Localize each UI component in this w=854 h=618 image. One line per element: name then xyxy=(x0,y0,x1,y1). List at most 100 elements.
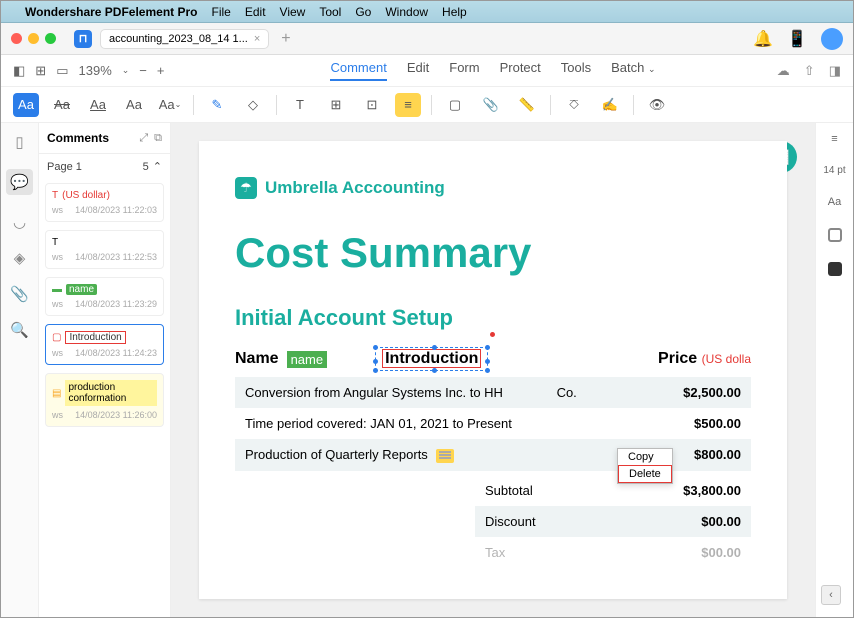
total-label: Subtotal xyxy=(485,483,601,498)
divider xyxy=(550,95,551,115)
menu-view[interactable]: View xyxy=(280,5,306,19)
comments-icon[interactable]: 💬 xyxy=(6,169,33,195)
highlight-tool[interactable]: Aa xyxy=(13,93,39,117)
section-heading: Initial Account Setup xyxy=(235,305,751,331)
comment-item-selected[interactable]: ▢Introduction ws14/08/2023 11:24:23 xyxy=(45,324,164,365)
panel-icon[interactable]: ◨ xyxy=(829,63,841,79)
textbox-tool[interactable]: ⊞ xyxy=(323,93,349,117)
add-tab-button[interactable]: + xyxy=(281,30,290,48)
zoom-in-button[interactable]: + xyxy=(157,63,165,78)
tab-form[interactable]: Form xyxy=(449,60,479,81)
border-outline-icon[interactable] xyxy=(828,228,842,242)
document-canvas[interactable]: 📊 ☂ Umbrella Acccounting Cost Summary In… xyxy=(171,123,815,617)
thumbnail-icon[interactable]: ▯ xyxy=(15,133,23,151)
grid-view-icon[interactable]: ⊞ xyxy=(35,63,46,79)
app-icon: ⊓ xyxy=(74,30,92,48)
total-label: Discount xyxy=(485,514,601,529)
attachment-tool[interactable]: 📎 xyxy=(478,93,504,117)
scroll-button[interactable]: ‹ xyxy=(821,585,841,605)
text-tool[interactable]: T xyxy=(287,93,313,117)
box-annotation-icon: ▢ xyxy=(52,332,61,343)
comment-count: 5 xyxy=(143,161,149,173)
attachment-panel-icon[interactable]: 📎 xyxy=(10,285,29,303)
document-tab[interactable]: accounting_2023_08_14 1... × xyxy=(100,29,269,49)
comment-item[interactable]: T ws14/08/2023 11:22:53 xyxy=(45,230,164,269)
tab-tools[interactable]: Tools xyxy=(561,60,591,81)
highlight-annotation-icon: ▬ xyxy=(52,284,62,295)
phone-icon[interactable]: 📱 xyxy=(787,29,807,49)
row-value: $500.00 xyxy=(601,416,741,431)
eraser-tool[interactable]: ◇ xyxy=(240,93,266,117)
annotation-text: Introduction xyxy=(382,349,481,368)
zoom-level[interactable]: 139% xyxy=(79,63,112,78)
sticky-note-annotation[interactable] xyxy=(436,449,454,463)
company-name: Umbrella Acccounting xyxy=(265,178,445,198)
comment-time: 14/08/2023 11:24:23 xyxy=(75,348,157,358)
table-row: Time period covered: JAN 01, 2021 to Pre… xyxy=(235,408,751,439)
signature-tool[interactable]: ✍ xyxy=(597,93,623,117)
comment-label: production conformation xyxy=(65,380,157,406)
table-header: Name name Introduction Price (US dolla xyxy=(235,347,751,371)
tab-protect[interactable]: Protect xyxy=(500,60,541,81)
app-name[interactable]: Wondershare PDFelement Pro xyxy=(25,5,198,19)
page-view-icon[interactable]: ▭ xyxy=(56,63,68,79)
window-controls xyxy=(11,33,56,44)
measure-tool[interactable]: 📏 xyxy=(514,93,540,117)
comments-page-header[interactable]: Page 1 5⌃ xyxy=(39,154,170,179)
menu-tool[interactable]: Tool xyxy=(319,5,341,19)
tab-batch[interactable]: Batch ⌄ xyxy=(611,60,655,81)
maximize-window-button[interactable] xyxy=(45,33,56,44)
pencil-tool[interactable]: ✎ xyxy=(204,93,230,117)
expand-icon[interactable]: ⤢ xyxy=(139,132,148,145)
tab-close-icon[interactable]: × xyxy=(254,33,260,45)
search-icon[interactable]: 🔍 xyxy=(10,321,29,339)
collapse-icon[interactable]: ⌃ xyxy=(153,160,162,173)
strikethrough-tool[interactable]: Aa xyxy=(49,93,75,117)
zoom-dropdown-icon[interactable]: ⌄ xyxy=(122,65,130,76)
menu-help[interactable]: Help xyxy=(442,5,467,19)
zoom-out-button[interactable]: − xyxy=(139,63,147,78)
table-row: Production of Quarterly Reports $800.00 xyxy=(235,439,751,471)
bookmark-icon[interactable]: ◡ xyxy=(13,213,26,231)
comment-item[interactable]: ▬name ws14/08/2023 11:23:29 xyxy=(45,277,164,316)
caret-tool[interactable]: Aa⌄ xyxy=(157,93,183,117)
menu-window[interactable]: Window xyxy=(385,5,428,19)
sticky-note-tool[interactable]: ≡ xyxy=(395,93,421,117)
tab-title: accounting_2023_08_14 1... xyxy=(109,33,248,45)
popout-icon[interactable]: ⧉ xyxy=(154,132,162,145)
share-icon[interactable]: ⇧ xyxy=(804,63,815,79)
tab-comment[interactable]: Comment xyxy=(330,60,386,81)
total-value: $3,800.00 xyxy=(601,483,741,498)
squiggly-tool[interactable]: Aa xyxy=(121,93,147,117)
sidebar-toggle-icon[interactable]: ◧ xyxy=(13,63,25,79)
highlight-annotation[interactable]: name xyxy=(287,351,328,368)
context-delete[interactable]: Delete xyxy=(618,465,672,483)
close-window-button[interactable] xyxy=(11,33,22,44)
menu-edit[interactable]: Edit xyxy=(245,5,266,19)
comment-label: Introduction xyxy=(65,331,125,344)
selected-annotation-box[interactable]: Introduction xyxy=(375,347,488,371)
comment-item[interactable]: T(US dollar) ws14/08/2023 11:22:03 xyxy=(45,183,164,222)
minimize-window-button[interactable] xyxy=(28,33,39,44)
menu-file[interactable]: File xyxy=(212,5,231,19)
user-avatar[interactable] xyxy=(821,28,843,50)
menu-go[interactable]: Go xyxy=(355,5,371,19)
underline-tool[interactable]: Aa xyxy=(85,93,111,117)
hide-comments-tool[interactable]: 👁 xyxy=(644,93,670,117)
total-value: $00.00 xyxy=(601,545,741,560)
font-icon[interactable]: Aa xyxy=(828,196,841,208)
layers-icon[interactable]: ◈ xyxy=(14,249,26,267)
stamp-tool[interactable]: ⎏ xyxy=(561,93,587,117)
comment-item[interactable]: ▤production conformation ws14/08/2023 11… xyxy=(45,373,164,427)
comments-header: Comments ⤢ ⧉ xyxy=(39,123,170,154)
properties-icon[interactable]: ≡ xyxy=(831,133,837,145)
shape-tool[interactable]: ▢ xyxy=(442,93,468,117)
callout-tool[interactable]: ⊡ xyxy=(359,93,385,117)
fill-icon[interactable] xyxy=(828,262,842,276)
bell-icon[interactable]: 🔔 xyxy=(753,29,773,49)
context-copy[interactable]: Copy xyxy=(618,449,672,465)
tab-edit[interactable]: Edit xyxy=(407,60,429,81)
document-title: Cost Summary xyxy=(235,229,751,277)
table-row: Conversion from Angular Systems Inc. to … xyxy=(235,377,751,408)
cloud-icon[interactable]: ☁ xyxy=(777,63,790,79)
